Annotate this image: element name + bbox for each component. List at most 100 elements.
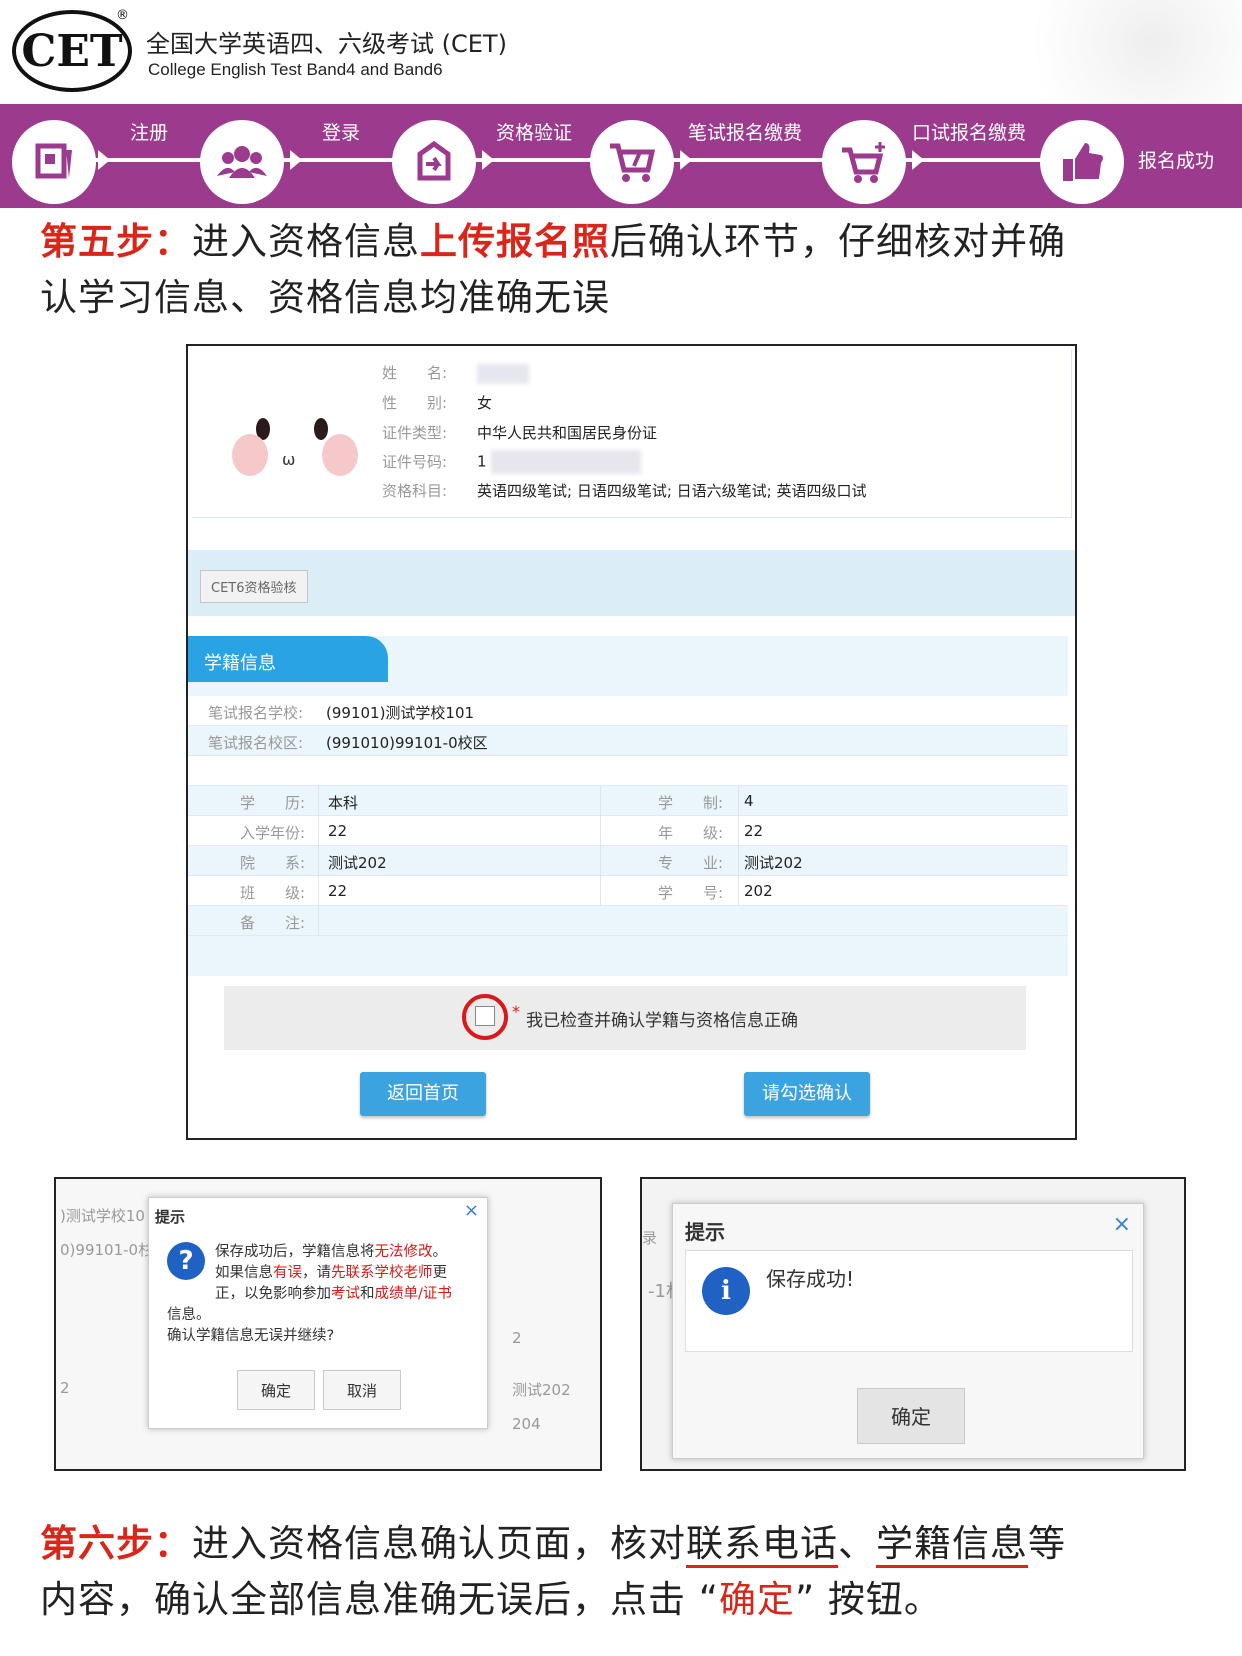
divider: [318, 846, 319, 876]
dept-value: 测试202: [328, 854, 387, 872]
step6-underline-phone: 联系电话: [686, 1522, 838, 1568]
success-dialog-screenshot: 录 -1杉 提示 × i 保存成功! 确定: [640, 1177, 1186, 1471]
edu-row: 学 历: 本科 学 制: 4: [188, 786, 1068, 816]
class-row: 班 级: 22 学 号: 202: [188, 876, 1068, 906]
step5-instruction: 第五步：进入资格信息上传报名照后确认环节，仔细核对并确 认学习信息、资格信息均准…: [40, 214, 1066, 326]
step-cart-icon: [590, 120, 674, 204]
required-star: *: [512, 1002, 520, 1021]
step-label-success: 报名成功: [1138, 150, 1215, 172]
close-icon[interactable]: ×: [464, 1200, 479, 1221]
registered-mark: ®: [116, 8, 129, 23]
step5-text-3: 认学习信息、资格信息均准确无误: [40, 276, 610, 319]
step-label-verify: 资格验证: [496, 122, 573, 144]
step-arrow: [98, 150, 110, 170]
ok-button[interactable]: 确定: [237, 1370, 315, 1410]
bg-text: 204: [512, 1415, 541, 1433]
cert-tab[interactable]: CET6资格验核: [200, 570, 308, 603]
spacer-row: [188, 756, 1068, 786]
school-label: 笔试报名学校:: [208, 704, 304, 722]
step-label-written-fee: 笔试报名缴费: [688, 122, 803, 144]
divider: [738, 786, 739, 816]
msg-text: 如果信息: [215, 1265, 273, 1281]
msg-text: 更: [432, 1265, 448, 1281]
grade-label: 年 级:: [658, 824, 724, 842]
year-value: 22: [328, 822, 348, 840]
confirm-checkbox[interactable]: [475, 1006, 495, 1026]
campus-label: 笔试报名校区:: [208, 734, 304, 752]
success-message: 保存成功!: [766, 1267, 855, 1291]
avatar-mouth: ω: [282, 450, 296, 469]
step6-prefix: 第六步：: [40, 1522, 192, 1565]
bg-text: 2: [60, 1379, 70, 1397]
step6-text-3: 内容，确认全部信息准确无误后，点击 “: [40, 1578, 719, 1621]
edu-value: 本科: [328, 794, 359, 812]
divider: [738, 846, 739, 876]
divider: [318, 786, 319, 816]
avatar: ω: [222, 378, 358, 498]
divider: [600, 876, 601, 906]
header-decoration: [942, 0, 1242, 104]
step-verify-icon: [392, 120, 476, 204]
logo-text: CET: [21, 25, 123, 77]
confirm-text: 我已检查并确认学籍与资格信息正确: [526, 1011, 798, 1031]
step5-text-2: 后确认环节，仔细核对并确: [610, 220, 1066, 263]
msg-text: 正，以免影响参加: [215, 1286, 331, 1302]
idno-label: 证件号码:: [382, 452, 448, 471]
avatar-eye: [314, 418, 328, 440]
step-users-icon: [200, 120, 284, 204]
success-popup: 提示 × i 保存成功! 确定: [672, 1203, 1144, 1459]
note-label: 备 注:: [240, 914, 306, 932]
divider: [318, 906, 319, 936]
subjects-row: 资格科目: 英语四级笔试; 日语四级笔试; 日语六级笔试; 英语四级口试: [382, 480, 866, 501]
confirm-page-screenshot: ω 姓 名: 性 别: 女 证件类型: 中华人民共和国居民身份证 证件号码: 1 资格…: [186, 344, 1077, 1140]
idno-redacted: [491, 450, 642, 474]
name-redacted: [477, 363, 529, 384]
length-value: 4: [744, 792, 754, 810]
subjects-label: 资格科目:: [382, 482, 448, 500]
gender-row: 性 别: 女: [382, 392, 492, 413]
note-row: 备 注:: [188, 906, 1068, 936]
subjects-value: 英语四级笔试; 日语四级笔试; 日语六级笔试; 英语四级口试: [477, 482, 867, 500]
popup-message-line: 信息。: [167, 1307, 211, 1323]
idno-row: 证件号码: 1: [382, 450, 642, 474]
step5-highlight: 上传报名照: [420, 220, 610, 263]
check-confirm-button[interactable]: 请勾选确认: [744, 1072, 870, 1116]
bg-text: 录: [642, 1229, 658, 1247]
edu-label: 学 历:: [240, 794, 306, 812]
msg-red: 成绩单/证书: [374, 1286, 452, 1302]
cancel-button[interactable]: 取消: [323, 1370, 401, 1410]
ok-button[interactable]: 确定: [857, 1388, 965, 1444]
campus-row: 笔试报名校区: (991010)99101-0校区: [188, 726, 1068, 756]
divider: [318, 876, 319, 906]
progress-steps: 注册 登录 资格验证 笔试报名缴费 口试报名缴费 报名成功: [0, 104, 1242, 208]
school-value: (99101)测试学校101: [326, 704, 475, 722]
step5-text-1: 进入资格信息: [192, 220, 420, 263]
cet-header: CET ® 全国大学英语四、六级考试 (CET) College English…: [0, 0, 1242, 104]
confirm-bar: * 我已检查并确认学籍与资格信息正确: [224, 986, 1026, 1050]
header-title-cn: 全国大学英语四、六级考试 (CET): [146, 30, 507, 58]
profile-card: ω 姓 名: 性 别: 女 证件类型: 中华人民共和国居民身份证 证件号码: 1 资格…: [192, 350, 1072, 518]
grade-value: 22: [744, 822, 764, 840]
step6-text-2: 等: [1028, 1522, 1066, 1565]
info-icon: i: [702, 1267, 750, 1315]
header-title-en: College English Test Band4 and Band6: [148, 60, 443, 79]
name-label: 姓 名:: [382, 364, 448, 382]
close-icon[interactable]: ×: [1113, 1212, 1131, 1237]
school-row: 笔试报名学校: (99101)测试学校101: [188, 696, 1068, 726]
dept-row: 院 系: 测试202 专 业: 测试202: [188, 846, 1068, 876]
msg-red: 考试: [331, 1286, 360, 1302]
year-row: 入学年份: 22 年 级: 22: [188, 816, 1068, 846]
bg-text: 2: [512, 1329, 522, 1347]
back-home-button[interactable]: 返回首页: [360, 1072, 486, 1116]
step-arrow: [290, 150, 302, 170]
divider: [738, 876, 739, 906]
class-value: 22: [328, 882, 348, 900]
divider: [738, 816, 739, 846]
major-label: 专 业:: [658, 854, 724, 872]
sid-value: 202: [744, 882, 773, 900]
xueji-section: 学籍信息 笔试报名学校: (99101)测试学校101 笔试报名校区: (991…: [188, 636, 1068, 976]
step-label-oral-fee: 口试报名缴费: [912, 122, 1027, 144]
class-label: 班 级:: [240, 884, 306, 902]
length-label: 学 制:: [658, 794, 724, 812]
idtype-row: 证件类型: 中华人民共和国居民身份证: [382, 422, 657, 443]
